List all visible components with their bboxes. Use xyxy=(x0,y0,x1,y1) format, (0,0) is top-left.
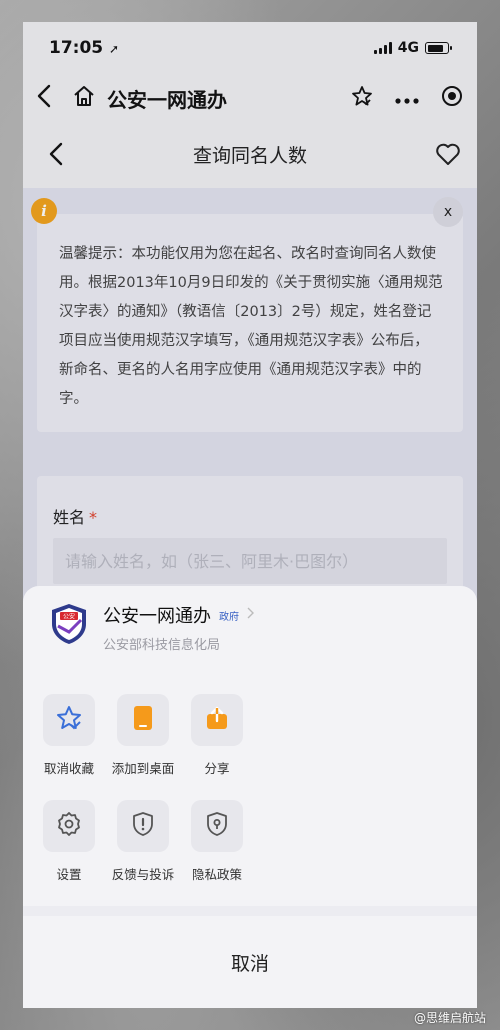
app-org: 公安部科技信息化局 xyxy=(103,638,221,653)
action-unfavorite[interactable]: 取消收藏 xyxy=(30,694,108,777)
action-tile xyxy=(117,694,169,746)
action-privacy[interactable]: 隐私政策 xyxy=(178,800,256,883)
app-logo-text: 公安 xyxy=(63,613,75,621)
action-tile xyxy=(191,800,243,852)
action-label: 分享 xyxy=(204,761,230,776)
privacy-lock-icon xyxy=(205,811,229,841)
action-sheet: 公安 公安一网通办 政府 公安部科技信息化局 取消收藏 添加到桌面 分享 设置 … xyxy=(23,586,477,1008)
gov-tag: 政府 xyxy=(219,611,239,623)
action-tile xyxy=(117,800,169,852)
action-tile xyxy=(191,694,243,746)
app-logo-icon: 公安 xyxy=(49,602,89,646)
action-settings[interactable]: 设置 xyxy=(30,800,108,883)
share-icon xyxy=(204,705,230,735)
gear-icon xyxy=(56,811,82,841)
action-tile xyxy=(43,800,95,852)
app-name-line: 公安一网通办 政府 xyxy=(103,602,254,628)
star-check-icon xyxy=(55,704,83,736)
sheet-divider xyxy=(23,906,477,916)
action-label: 隐私政策 xyxy=(191,867,242,882)
phone-screen: 17:05 ➚ 4G 公安一网通办 查询同名人数 温馨提示：本功能仅用为您在起名… xyxy=(23,22,477,1008)
action-feedback[interactable]: 反馈与投诉 xyxy=(104,800,182,883)
watermark: @思维启航站 xyxy=(413,1011,486,1025)
shield-alert-icon xyxy=(131,811,155,841)
phone-add-icon xyxy=(132,704,154,736)
action-label: 反馈与投诉 xyxy=(111,867,175,882)
cancel-button[interactable]: 取消 xyxy=(23,916,477,1008)
app-meta: 公安一网通办 政府 公安部科技信息化局 xyxy=(103,602,254,653)
action-add-to-desktop[interactable]: 添加到桌面 xyxy=(104,694,182,777)
action-label: 添加到桌面 xyxy=(111,761,175,776)
action-label: 设置 xyxy=(56,867,82,882)
action-share[interactable]: 分享 xyxy=(178,694,256,777)
app-info-row[interactable]: 公安 公安一网通办 政府 公安部科技信息化局 xyxy=(49,602,254,653)
chevron-right-icon xyxy=(247,607,254,623)
action-label: 取消收藏 xyxy=(43,761,94,776)
app-name: 公安一网通办 xyxy=(103,606,211,627)
action-tile xyxy=(43,694,95,746)
